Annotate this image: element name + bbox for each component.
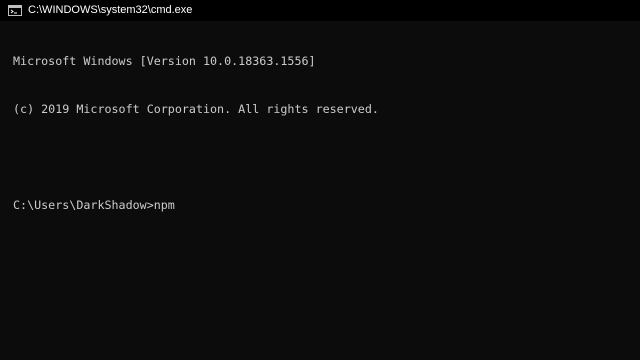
command-input[interactable]: npm [154,197,175,213]
window-title: C:\WINDOWS\system32\cmd.exe [28,4,193,16]
command-prompt: C:\Users\DarkShadow> [13,198,154,212]
cmd-window: C:\WINDOWS\system32\cmd.exe Microsoft Wi… [0,0,640,360]
cmd-icon [8,5,22,16]
prompt-line: C:\Users\DarkShadow> npm [13,197,640,213]
title-bar[interactable]: C:\WINDOWS\system32\cmd.exe [0,0,640,21]
console-line: Microsoft Windows [Version 10.0.18363.15… [13,54,316,68]
console-output[interactable]: Microsoft Windows [Version 10.0.18363.15… [0,21,640,360]
console-line: (c) 2019 Microsoft Corporation. All righ… [13,102,379,116]
